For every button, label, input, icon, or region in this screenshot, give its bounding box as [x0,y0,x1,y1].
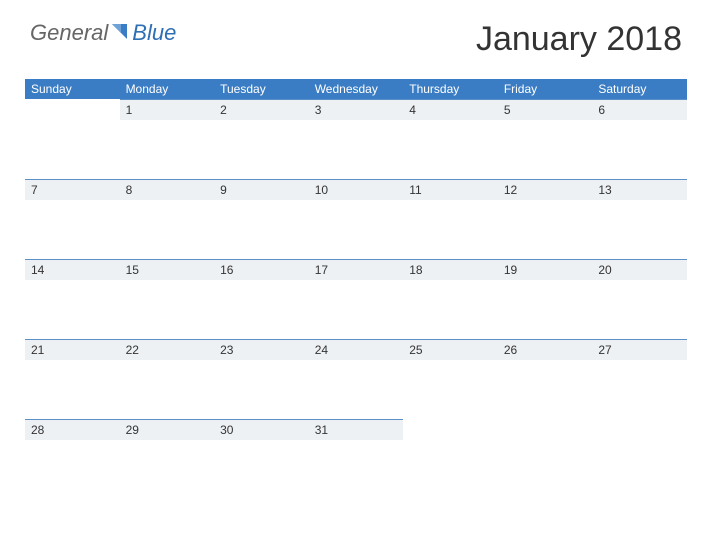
day-number: 7 [25,179,120,200]
day-number: 22 [120,339,215,360]
week-row: 7 8 9 10 11 12 13 [25,179,687,259]
day-header-row: Sunday Monday Tuesday Wednesday Thursday… [25,79,687,99]
day-number: 27 [592,339,687,360]
day-cell: 4 [403,99,498,179]
logo-text-general: General [30,20,108,46]
day-header: Monday [120,79,215,99]
day-number: 19 [498,259,593,280]
day-cell [592,419,687,499]
day-cell: 14 [25,259,120,339]
day-number [592,419,687,426]
day-number [498,419,593,426]
day-cell: 12 [498,179,593,259]
day-number: 28 [25,419,120,440]
day-cell: 13 [592,179,687,259]
day-number: 30 [214,419,309,440]
day-number: 10 [309,179,404,200]
day-header: Tuesday [214,79,309,99]
day-cell [403,419,498,499]
day-cell: 10 [309,179,404,259]
day-number [403,419,498,426]
day-cell: 30 [214,419,309,499]
day-cell: 11 [403,179,498,259]
day-number: 20 [592,259,687,280]
day-number: 16 [214,259,309,280]
day-number [25,99,120,106]
day-number: 14 [25,259,120,280]
logo-text-blue: Blue [132,20,176,46]
day-number: 17 [309,259,404,280]
day-number: 25 [403,339,498,360]
day-number: 8 [120,179,215,200]
day-cell: 19 [498,259,593,339]
week-row: 28 29 30 31 [25,419,687,499]
day-number: 21 [25,339,120,360]
day-cell: 17 [309,259,404,339]
day-number: 29 [120,419,215,440]
day-cell [498,419,593,499]
calendar-table: Sunday Monday Tuesday Wednesday Thursday… [25,79,687,499]
week-row: 1 2 3 4 5 6 [25,99,687,179]
logo-triangle-icon [111,20,129,46]
day-number: 23 [214,339,309,360]
day-cell: 29 [120,419,215,499]
day-number: 12 [498,179,593,200]
day-number: 18 [403,259,498,280]
calendar-body: 1 2 3 4 5 6 7 8 9 10 11 12 13 14 15 16 1… [25,99,687,499]
day-cell: 6 [592,99,687,179]
day-number: 13 [592,179,687,200]
day-cell: 23 [214,339,309,419]
day-number: 3 [309,99,404,120]
day-cell: 25 [403,339,498,419]
day-cell: 18 [403,259,498,339]
day-header: Sunday [25,79,120,99]
day-cell: 9 [214,179,309,259]
day-number: 4 [403,99,498,120]
day-cell: 21 [25,339,120,419]
day-header: Saturday [592,79,687,99]
day-header: Wednesday [309,79,404,99]
day-number: 1 [120,99,215,120]
week-row: 14 15 16 17 18 19 20 [25,259,687,339]
day-number: 6 [592,99,687,120]
day-number: 2 [214,99,309,120]
day-cell [25,99,120,179]
day-header: Thursday [403,79,498,99]
day-cell: 2 [214,99,309,179]
day-cell: 15 [120,259,215,339]
day-cell: 28 [25,419,120,499]
day-cell: 31 [309,419,404,499]
day-number: 9 [214,179,309,200]
day-cell: 8 [120,179,215,259]
day-cell: 24 [309,339,404,419]
day-number: 15 [120,259,215,280]
day-cell: 16 [214,259,309,339]
day-cell: 27 [592,339,687,419]
day-number: 31 [309,419,404,440]
page-title: January 2018 [476,20,682,59]
day-number: 5 [498,99,593,120]
day-cell: 3 [309,99,404,179]
day-number: 24 [309,339,404,360]
day-cell: 20 [592,259,687,339]
day-number: 26 [498,339,593,360]
logo: General Blue [30,20,176,46]
day-number: 11 [403,179,498,200]
day-cell: 7 [25,179,120,259]
day-cell: 5 [498,99,593,179]
day-cell: 22 [120,339,215,419]
day-cell: 1 [120,99,215,179]
day-header: Friday [498,79,593,99]
day-cell: 26 [498,339,593,419]
header: General Blue January 2018 [0,0,712,69]
week-row: 21 22 23 24 25 26 27 [25,339,687,419]
